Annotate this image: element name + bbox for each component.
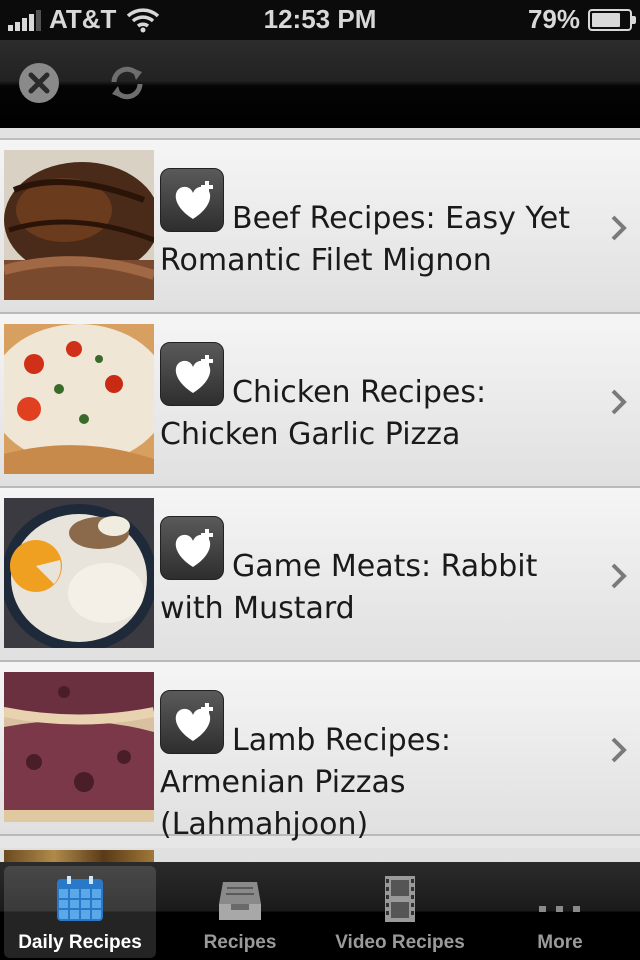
refresh-icon[interactable]	[104, 60, 150, 106]
battery-icon	[588, 8, 636, 31]
previous-row-peek	[0, 128, 640, 140]
next-row-peek	[0, 848, 640, 862]
top-toolbar	[0, 40, 640, 128]
calendar-icon	[57, 876, 103, 921]
status-bar: AT&T 12:53 PM 79%	[0, 0, 640, 40]
tab-bar: Daily Recipes Recipes Video Recipes More	[0, 862, 640, 960]
tab-label: More	[537, 932, 583, 953]
recipe-thumbnail	[4, 324, 154, 474]
recipe-title: Beef Recipes: Easy Yet Romantic Filet Mi…	[160, 201, 570, 278]
tab-video-recipes[interactable]: Video Recipes	[324, 866, 476, 958]
recipe-row[interactable]: Chicken Recipes: Chicken Garlic Pizza	[0, 314, 640, 488]
recipe-title: Game Meats: Rabbit with Mustard	[160, 549, 538, 626]
recipe-row[interactable]: Game Meats: Rabbit with Mustard	[0, 488, 640, 662]
film-strip-icon	[385, 876, 415, 922]
recipe-row[interactable]: Lamb Recipes: Armenian Pizzas (Lahmahjoo…	[0, 662, 640, 842]
inbox-tray-icon	[219, 882, 261, 920]
tab-more[interactable]: More	[484, 866, 636, 958]
chevron-right-icon	[611, 563, 627, 589]
recipe-thumbnail	[4, 150, 154, 300]
battery-percent: 79%	[527, 4, 580, 34]
more-dots-icon	[539, 906, 580, 912]
close-icon[interactable]	[16, 60, 62, 106]
tab-label: Video Recipes	[335, 932, 465, 953]
recipe-thumbnail	[4, 498, 154, 648]
chevron-right-icon	[611, 737, 627, 763]
tab-label: Daily Recipes	[18, 932, 142, 953]
recipe-thumbnail	[4, 672, 154, 822]
tab-recipes[interactable]: Recipes	[164, 866, 316, 958]
tab-label: Recipes	[203, 932, 277, 953]
chevron-right-icon	[611, 215, 627, 241]
recipe-row[interactable]: Beef Recipes: Easy Yet Romantic Filet Mi…	[0, 140, 640, 314]
recipe-title: Chicken Recipes: Chicken Garlic Pizza	[160, 375, 487, 452]
chevron-right-icon	[611, 389, 627, 415]
recipe-list[interactable]: Beef Recipes: Easy Yet Romantic Filet Mi…	[0, 128, 640, 862]
recipe-title: Lamb Recipes: Armenian Pizzas (Lahmahjoo…	[160, 723, 451, 842]
tab-daily-recipes[interactable]: Daily Recipes	[4, 866, 156, 958]
